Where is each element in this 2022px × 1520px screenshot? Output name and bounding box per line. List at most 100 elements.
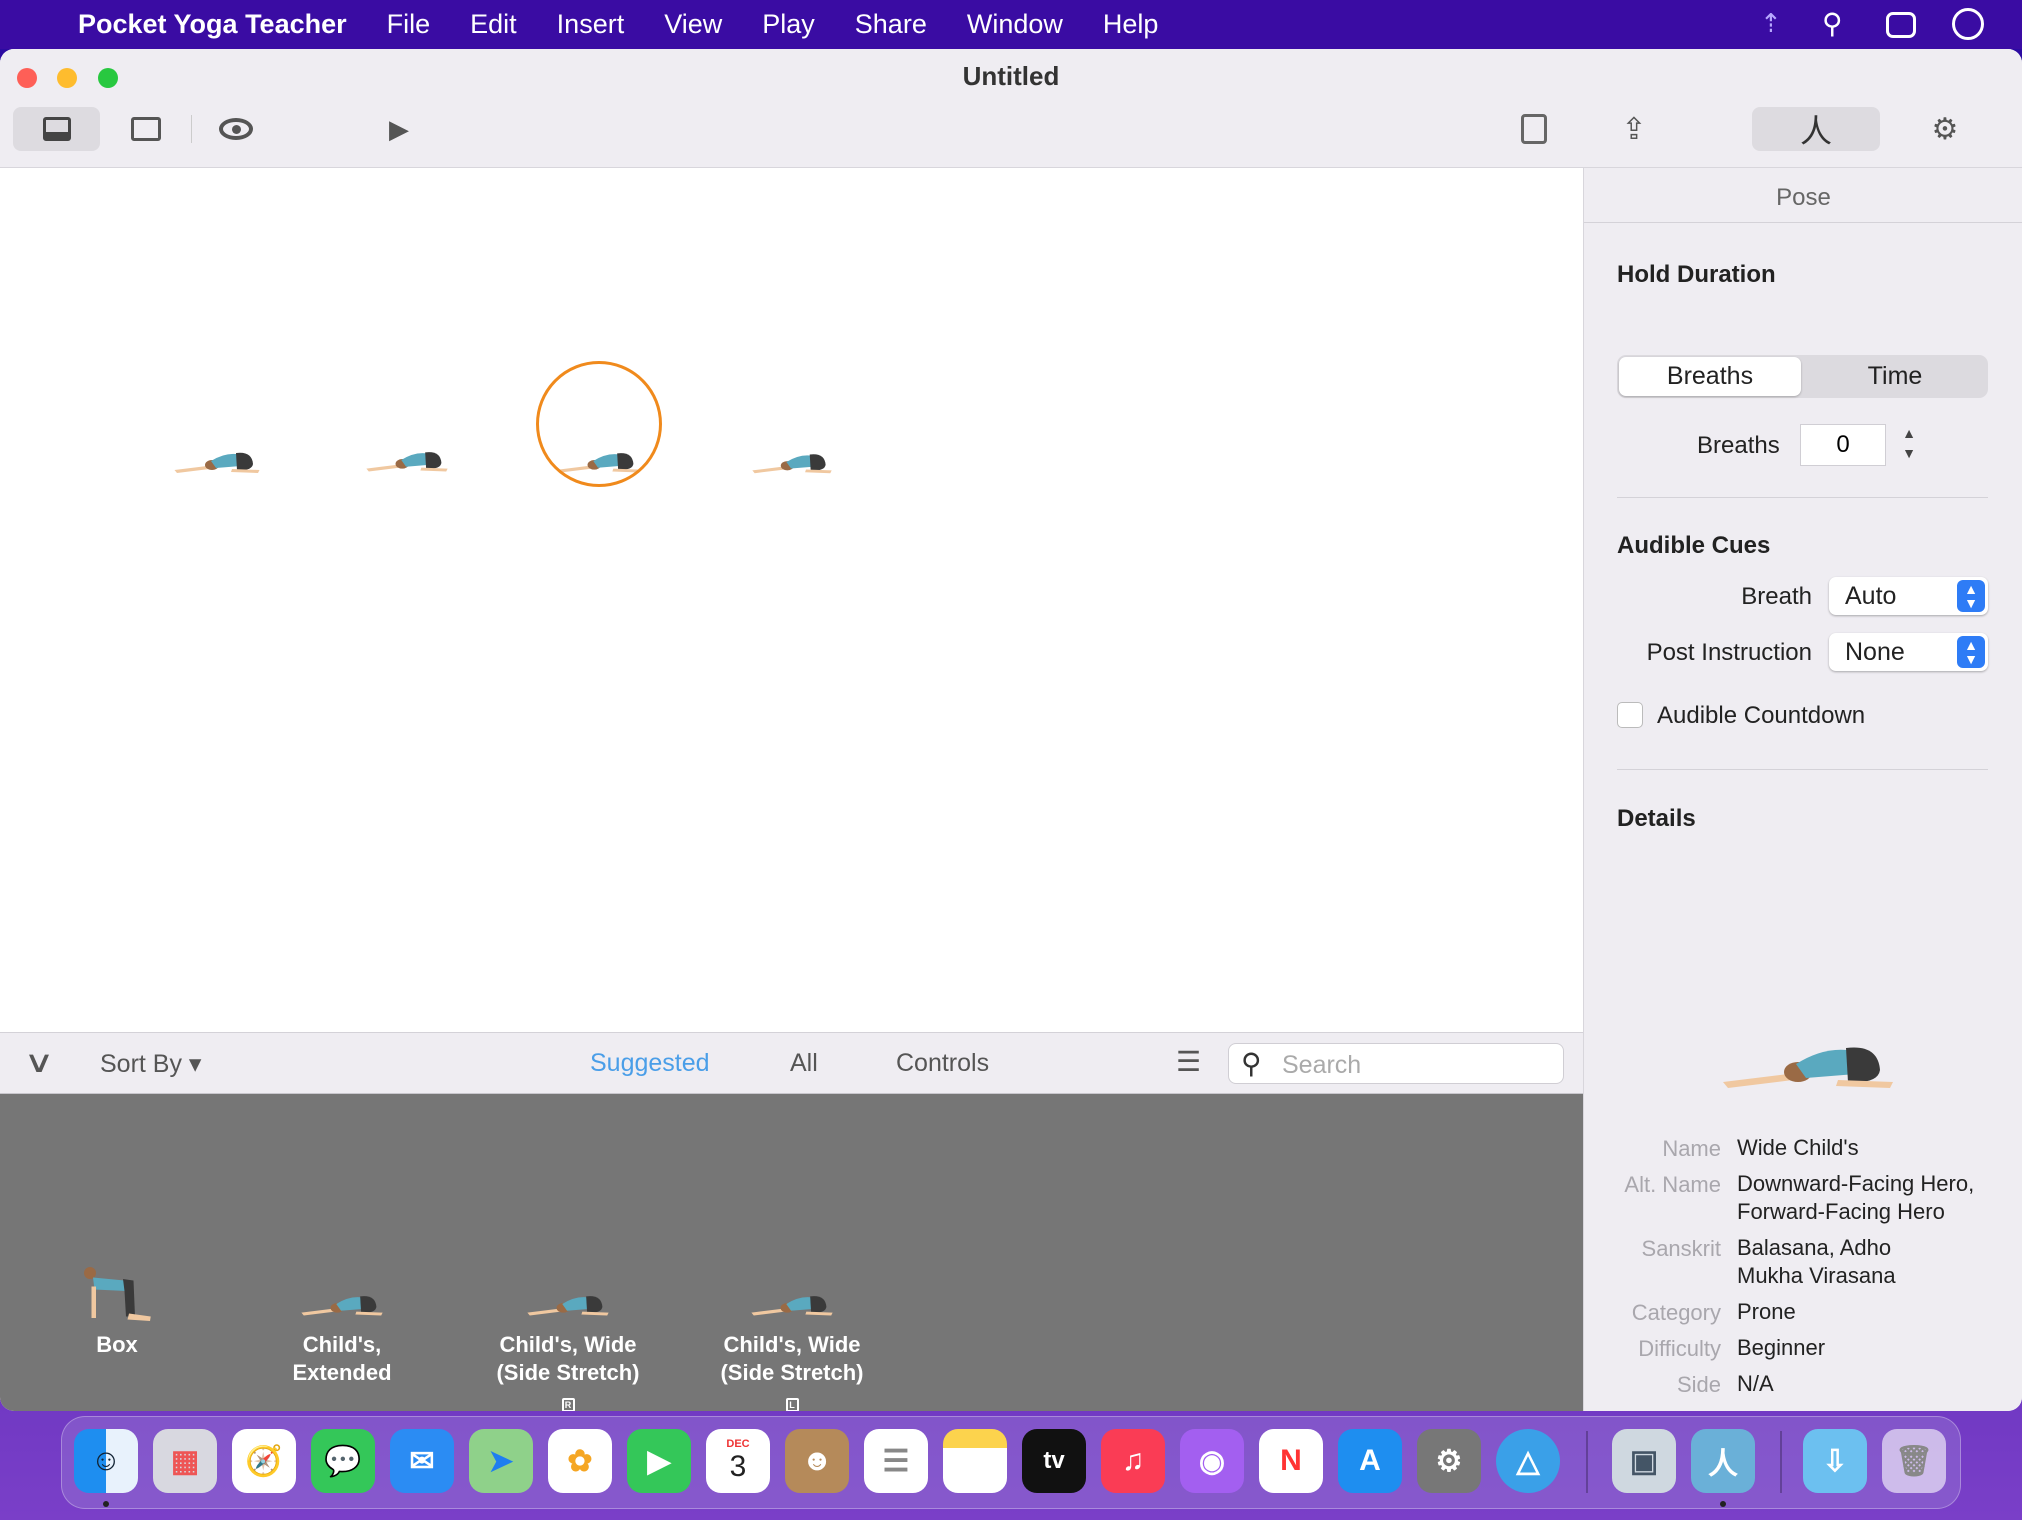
details-title: Details (1617, 805, 1696, 832)
tab-controls[interactable]: Controls (896, 1049, 989, 1078)
dock-reminders[interactable]: ☰ (864, 1429, 928, 1493)
print-button[interactable] (1504, 107, 1564, 151)
dock-facetime[interactable]: ▶ (627, 1429, 691, 1493)
settings-button[interactable]: ⚙ (1915, 107, 1975, 151)
divider (1617, 497, 1988, 498)
dock-app-store[interactable]: A (1338, 1429, 1402, 1493)
dock-pocket-yoga-teacher[interactable]: ⼈ (1691, 1429, 1755, 1493)
hold-duration-segmented: Breaths Time (1617, 355, 1988, 398)
segment-time[interactable]: Time (1804, 357, 1986, 396)
dock-system-preferences[interactable]: ⚙ (1417, 1429, 1481, 1493)
chevron-updown-icon: ▲ ▼ (1957, 636, 1985, 668)
side-badge-right: R (561, 1398, 575, 1411)
search-field[interactable]: ⚲ Search (1228, 1043, 1564, 1084)
menu-app-name[interactable]: Pocket Yoga Teacher (58, 9, 367, 40)
breath-cue-value: Auto (1845, 581, 1897, 610)
eye-icon (219, 118, 253, 140)
breath-cue-popup[interactable]: Auto ▲ ▼ (1829, 577, 1988, 615)
menu-help[interactable]: Help (1083, 9, 1179, 40)
dock-preview[interactable]: ▣ (1612, 1429, 1676, 1493)
audible-countdown-label: Audible Countdown (1657, 702, 1866, 729)
dock-music[interactable]: ♫ (1101, 1429, 1165, 1493)
menu-play[interactable]: Play (742, 9, 835, 40)
detail-value: Prone (1737, 1299, 1796, 1324)
dock-photos[interactable]: ✿ (548, 1429, 612, 1493)
pose-preview-image (1710, 1034, 1906, 1094)
breaths-stepper[interactable]: ▲ ▼ (1896, 423, 1922, 465)
list-view-icon[interactable]: ☰ (1176, 1045, 1201, 1078)
share-button[interactable]: ⇪ (1604, 107, 1664, 151)
pose-inspector-button[interactable]: ⼈ (1752, 107, 1880, 151)
sort-by-menu[interactable]: Sort By ▾ (100, 1049, 201, 1079)
library-item[interactable]: Box (17, 1264, 217, 1359)
menu-share[interactable]: Share (835, 9, 947, 40)
tab-all[interactable]: All (790, 1049, 818, 1078)
dock-mail[interactable]: ✉ (390, 1429, 454, 1493)
childs-wide-left-image (749, 1284, 835, 1324)
dock-tv[interactable]: tv (1022, 1429, 1086, 1493)
collapse-chevron-icon[interactable]: ∨ (24, 1045, 55, 1080)
menu-insert[interactable]: Insert (537, 9, 645, 40)
single-panel-icon (131, 117, 161, 141)
siri-icon[interactable] (1952, 8, 1984, 40)
dock-launchpad[interactable]: ▦ (153, 1429, 217, 1493)
dock-contacts[interactable]: ☻ (785, 1429, 849, 1493)
segment-breaths[interactable]: Breaths (1619, 357, 1801, 396)
dock-podcasts[interactable]: ◉ (1180, 1429, 1244, 1493)
dock-pocket-yoga-alt[interactable]: △ (1496, 1429, 1560, 1493)
dock-calendar[interactable]: DEC 3 (706, 1429, 770, 1493)
menu-view[interactable]: View (644, 9, 742, 40)
menu-window[interactable]: Window (947, 9, 1083, 40)
share-icon: ⇪ (1621, 112, 1647, 146)
tab-suggested[interactable]: Suggested (590, 1049, 710, 1078)
hold-duration-title: Hold Duration (1617, 261, 1776, 288)
airdrop-icon[interactable]: ⇡ (1760, 8, 1782, 39)
dock: ☺ ▦ 🧭 💬 ✉ ➤ ✿ ▶ DEC 3 ☻ ☰ tv ♫ ◉ N A ⚙ △ … (61, 1416, 1961, 1509)
dock-messages[interactable]: 💬 (311, 1429, 375, 1493)
dock-downloads[interactable]: ⇩ (1803, 1429, 1867, 1493)
library-item-label: Child's, Wide (Side Stretch) (720, 1332, 864, 1385)
control-center-icon[interactable] (1886, 12, 1916, 38)
menu-file[interactable]: File (367, 9, 451, 40)
single-panel-toggle[interactable] (116, 107, 176, 151)
play-button[interactable]: ▶ (369, 107, 429, 151)
dock-separator (1586, 1431, 1588, 1493)
pose-icon: ⼈ (1799, 113, 1832, 149)
menu-bar: Pocket Yoga Teacher File Edit Insert Vie… (0, 0, 2022, 49)
divider (1617, 769, 1988, 770)
side-badge-left: L (785, 1398, 799, 1411)
bottom-panel-toggle[interactable] (13, 107, 100, 151)
inspector-header: Pose (1776, 184, 1831, 211)
search-icon: ⚲ (1241, 1048, 1262, 1079)
breaths-input[interactable]: 0 (1800, 424, 1886, 466)
library-item[interactable]: Child's, Wide (Side Stretch) L (692, 1284, 892, 1411)
dock-news[interactable]: N (1259, 1429, 1323, 1493)
library-item[interactable]: Child's, Extended (242, 1284, 442, 1387)
dock-maps[interactable]: ➤ (469, 1429, 533, 1493)
dock-finder[interactable]: ☺ (74, 1429, 138, 1493)
play-icon: ▶ (389, 113, 409, 144)
selection-ring (536, 361, 662, 487)
pose-card-3[interactable] (749, 448, 835, 476)
pose-card-1[interactable] (364, 444, 450, 476)
dock-trash[interactable]: 🗑 (1882, 1429, 1946, 1493)
post-instruction-popup[interactable]: None ▲ ▼ (1829, 633, 1988, 671)
library-item-label: Child's, Wide (Side Stretch) (496, 1332, 640, 1385)
dock-safari[interactable]: 🧭 (232, 1429, 296, 1493)
library-item-label: Child's, Extended (292, 1332, 392, 1385)
dock-separator (1780, 1431, 1782, 1493)
search-placeholder: Search (1282, 1051, 1362, 1079)
audible-cues-title: Audible Cues (1617, 532, 1771, 559)
library-toolbar: ∨ Sort By ▾ Suggested All Controls ☰ ⚲ S… (0, 1032, 1583, 1094)
audible-countdown-checkbox[interactable] (1617, 702, 1643, 728)
bottom-panel-icon (42, 117, 71, 141)
preview-button[interactable] (206, 107, 266, 151)
menu-edit[interactable]: Edit (450, 9, 537, 40)
dock-notes[interactable] (943, 1429, 1007, 1493)
search-icon[interactable]: ⚲ (1822, 7, 1843, 40)
library-item[interactable]: Child's, Wide (Side Stretch) R (468, 1284, 668, 1411)
sequence-canvas[interactable] (0, 168, 1583, 1032)
childs-extended-image (299, 1284, 385, 1324)
pose-card-0[interactable] (172, 446, 262, 476)
calendar-day: 3 (729, 1450, 747, 1483)
